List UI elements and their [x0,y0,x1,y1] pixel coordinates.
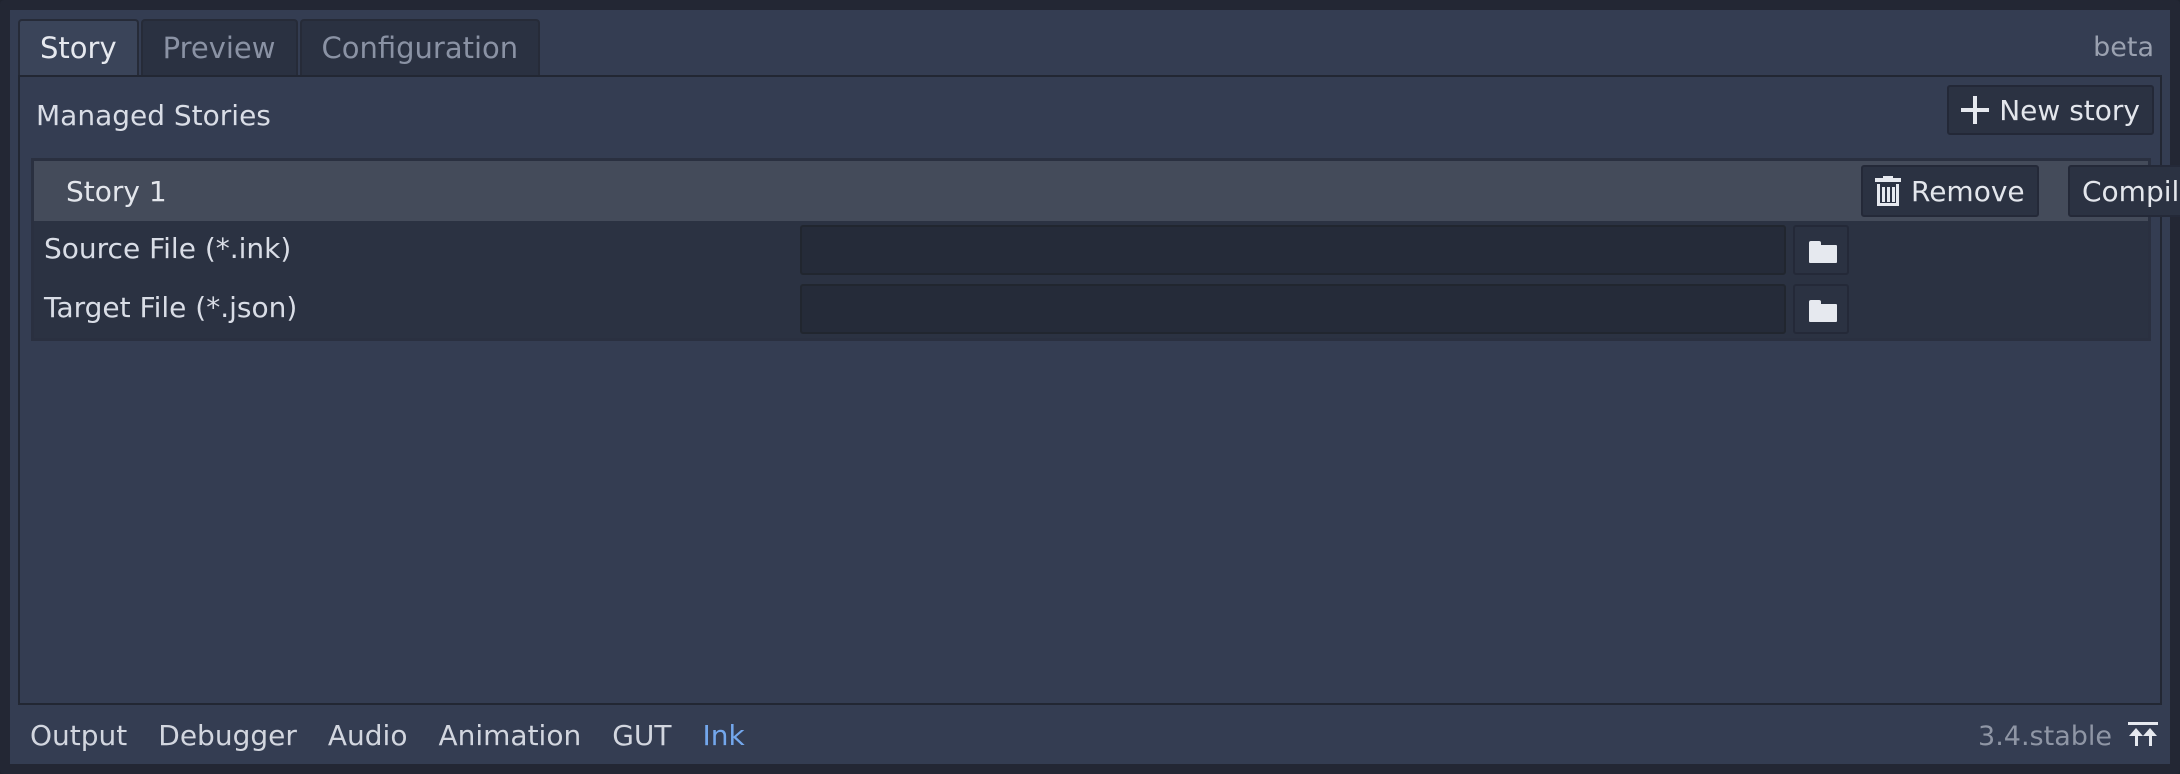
compile-button[interactable]: Compile [2068,165,2180,217]
bottom-tab-audio[interactable]: Audio [328,719,408,752]
target-file-row: Target File (*.json) [34,281,2148,339]
target-file-label: Target File (*.json) [44,291,298,324]
source-file-input[interactable] [800,225,1786,275]
folder-icon [1809,241,1837,263]
bottom-tab-ink[interactable]: Ink [703,719,745,752]
story-header: Story 1 Remove Compile [34,161,2180,221]
bottom-tab-animation[interactable]: Animation [438,719,581,752]
tab-configuration[interactable]: Configuration [299,19,541,75]
bottom-panel-bar: Output Debugger Audio Animation GUT Ink … [10,705,2170,764]
main-tabs: Story Preview Configuration [18,19,542,75]
version-label: 3.4.stable [1978,721,2112,752]
folder-icon [1809,300,1837,322]
bottom-tab-gut[interactable]: GUT [612,719,671,752]
bottom-tab-output[interactable]: Output [30,719,127,752]
story-card: Story 1 Remove Compile Source File (*.in… [31,158,2180,341]
trash-icon [1875,176,1901,206]
tab-story[interactable]: Story [18,19,139,75]
bottom-tabs: Output Debugger Audio Animation GUT Ink [30,719,776,752]
managed-stories-title: Managed Stories [36,99,271,132]
story-panel: Managed Stories New story Story 1 Remove… [18,75,2180,705]
ink-editor-window: Story Preview Configuration beta Managed… [0,0,2180,774]
source-file-row: Source File (*.ink) [34,222,2148,280]
new-story-button[interactable]: New story [1947,85,2154,135]
story-name: Story 1 [66,175,167,208]
source-file-label: Source File (*.ink) [44,232,292,265]
target-browse-button[interactable] [1793,284,1849,334]
collapse-panel-icon[interactable] [2128,719,2158,749]
plus-icon [1961,96,1990,124]
remove-label: Remove [1911,174,2025,208]
remove-button[interactable]: Remove [1861,165,2039,217]
source-browse-button[interactable] [1793,225,1849,275]
bottom-tab-debugger[interactable]: Debugger [158,719,297,752]
target-file-input[interactable] [800,284,1786,334]
tab-preview[interactable]: Preview [140,19,298,75]
new-story-label: New story [1999,93,2140,127]
beta-badge: beta [2093,32,2154,63]
